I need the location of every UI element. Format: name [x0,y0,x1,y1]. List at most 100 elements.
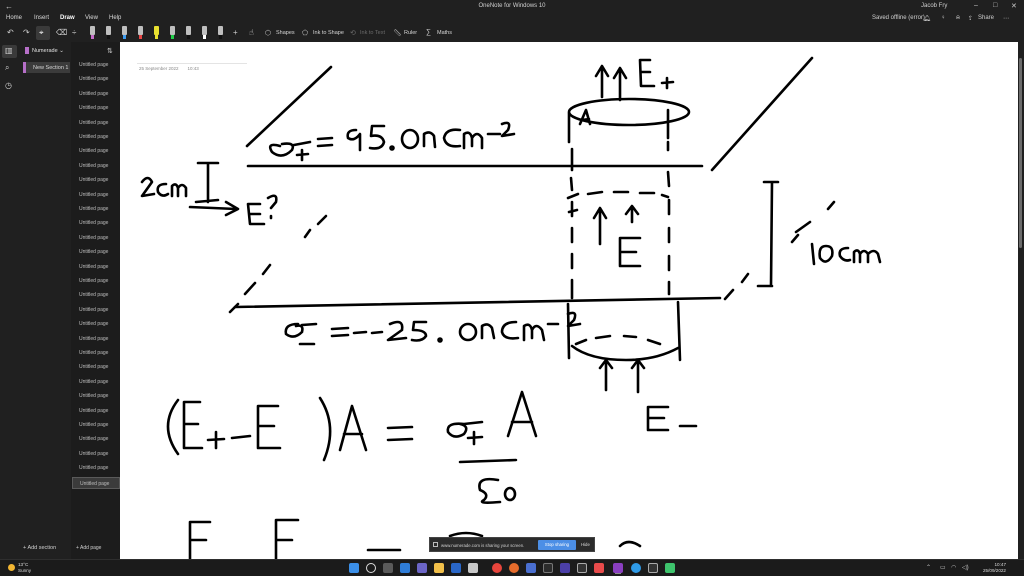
page-item[interactable]: Untitled page [79,465,108,471]
sync-status[interactable]: Saved offline (error) [872,15,925,21]
eraser-icon[interactable]: ⌫ [56,28,67,37]
app-icon-8[interactable] [665,563,675,573]
onenote-taskbar-icon[interactable] [613,563,623,573]
pen-color-4[interactable] [137,26,144,40]
page-item[interactable]: Untitled page [79,235,108,241]
page-item[interactable]: Untitled page [79,436,108,442]
pen-color-1[interactable] [89,26,96,40]
page-item[interactable]: Untitled page [79,278,108,284]
app-icon-5[interactable] [594,563,604,573]
notifications-icon[interactable]: 🔔︎ [923,15,931,22]
pen-color-7[interactable] [185,26,192,40]
lightbulb-icon[interactable]: ♀ [941,15,946,21]
minimize-icon[interactable]: – [974,2,978,9]
add-pen-icon[interactable]: + [233,28,238,37]
stop-sharing-button[interactable]: Stop sharing [538,540,576,550]
page-item[interactable]: Untitled page [79,206,108,212]
maths-button[interactable]: Maths [437,30,452,36]
page-item[interactable]: Untitled page [79,62,108,68]
chrome-icon[interactable] [492,563,502,573]
app-icon-4[interactable] [577,563,587,573]
bell-icon[interactable]: ⍾ [956,15,960,22]
page-item[interactable]: Untitled page [79,350,108,356]
ink-to-shape-button[interactable]: Ink to Shape [313,30,344,36]
add-page-button[interactable]: + Add page [76,545,101,551]
tab-help[interactable]: Help [109,15,121,21]
page-item[interactable]: Untitled page [79,249,108,255]
page-item[interactable]: Untitled page [79,408,108,414]
page-item[interactable]: Untitled page [79,264,108,270]
tab-view[interactable]: View [85,15,98,21]
task-view-icon[interactable] [383,563,393,573]
pen-color-6[interactable] [169,26,176,40]
wifi-icon[interactable]: ◠ [951,564,956,571]
page-item[interactable]: Untitled page [79,422,108,428]
recent-icon[interactable]: ◷ [5,81,12,90]
page-item[interactable]: Untitled page [79,148,108,154]
section-item[interactable]: New Section 1 [23,62,70,73]
page-item[interactable]: Untitled page [79,307,108,313]
app-icon-6[interactable] [631,563,641,573]
tray-icon[interactable]: ▭ [940,564,946,571]
touch-draw-icon[interactable]: ☝ [249,28,254,37]
system-clock[interactable]: 10:47 25/09/2022 [976,562,1006,574]
pen-color-2[interactable] [105,26,112,40]
tab-home[interactable]: Home [6,15,22,21]
volume-icon[interactable]: ◁) [962,564,969,571]
firefox-icon[interactable] [509,563,519,573]
ink-to-shape-icon[interactable]: ⬠ [302,29,308,37]
page-item[interactable]: Untitled page [79,120,108,126]
page-item[interactable]: Untitled page [79,91,108,97]
app-icon-1[interactable] [526,563,536,573]
page-item[interactable]: Untitled page [79,105,108,111]
pen-color-3[interactable] [121,26,128,40]
notebook-picker[interactable]: Numerade ⌄ [25,47,64,54]
scrollbar-thumb[interactable] [1019,58,1022,248]
page-item[interactable]: Untitled page [79,364,108,370]
page-item[interactable]: Untitled page [79,393,108,399]
maximize-icon[interactable]: □ [993,2,997,9]
close-icon[interactable]: ✕ [1011,2,1017,10]
page-item[interactable]: Untitled page [79,336,108,342]
app-icon-2[interactable] [543,563,553,573]
edge-icon[interactable] [451,563,461,573]
app-icon-3[interactable] [560,563,570,573]
page-item[interactable]: Untitled page [79,292,108,298]
widgets-icon[interactable] [400,563,410,573]
share-button[interactable]: Share [978,15,994,21]
store-icon[interactable] [468,563,478,573]
page-item[interactable]: Untitled page [79,163,108,169]
chevron-up-icon[interactable]: ⌃ [926,564,931,571]
search-icon[interactable]: ⌕ [5,63,9,73]
search-taskbar-icon[interactable] [366,563,376,573]
hide-button[interactable]: Hide [581,542,590,547]
file-explorer-icon[interactable] [434,563,444,573]
vertical-scrollbar[interactable] [1018,42,1024,559]
tab-draw[interactable]: Draw [60,15,75,21]
page-canvas[interactable]: 25 September 2022 10:43 [120,42,1018,559]
highlighter-yellow[interactable] [153,26,160,40]
chat-icon[interactable] [417,563,427,573]
redo-icon[interactable]: ↷ [23,28,30,37]
lasso-select-icon[interactable]: ⌖ [39,28,44,38]
undo-icon[interactable]: ↶ [7,28,14,37]
app-icon-7[interactable] [648,563,658,573]
page-item[interactable]: Untitled page [79,321,108,327]
tab-insert[interactable]: Insert [34,15,49,21]
more-options-icon[interactable]: ⋯ [1003,15,1009,22]
start-icon[interactable] [349,563,359,573]
page-item[interactable]: Untitled page [72,476,120,489]
ruler-button[interactable]: Ruler [404,30,417,36]
page-item[interactable]: Untitled page [79,134,108,140]
share-icon[interactable]: ⇪ [968,15,973,22]
page-item[interactable]: Untitled page [79,177,108,183]
shapes-button[interactable]: Shapes [276,30,295,36]
shapes-icon[interactable]: ⬡ [265,29,271,37]
notebooks-icon[interactable]: ▥ [2,45,17,58]
add-section-button[interactable]: + Add section [23,545,56,551]
pen-color-8[interactable] [201,26,208,40]
page-item[interactable]: Untitled page [79,76,108,82]
weather-widget[interactable]: 13°C Sunny [8,562,31,573]
maths-icon[interactable]: ∑ [426,29,431,36]
page-item[interactable]: Untitled page [79,192,108,198]
